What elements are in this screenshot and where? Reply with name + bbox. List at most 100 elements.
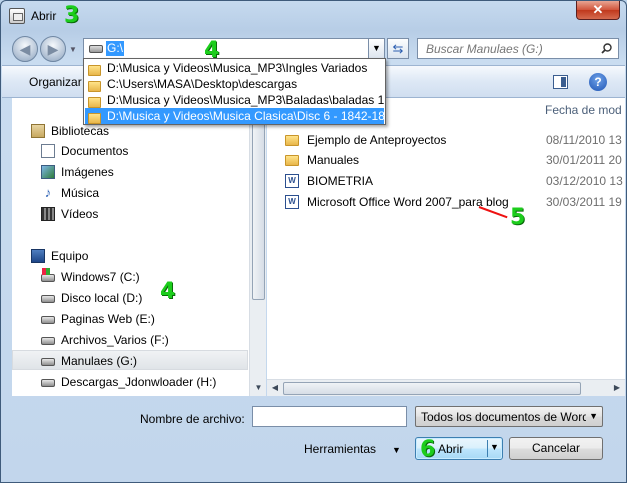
video-icon xyxy=(41,207,55,221)
search-input[interactable]: Buscar Manulaes (G:) xyxy=(426,42,543,56)
nav-label: Documentos xyxy=(61,144,129,158)
open-label: Abrir xyxy=(438,442,464,456)
nav-item-drive-h[interactable]: Descargas_Jdonwloader (H:) xyxy=(12,372,248,392)
address-history-dropdown: D:\Musica y Videos\Musica_MP3\Ingles Var… xyxy=(83,58,386,125)
open-dialog-window: Abrir 3 ✕ ◀ ▶ ▼ G:\ ▼ 4 ⇆ Buscar Manulae… xyxy=(0,0,627,483)
chevron-down-icon: ▼ xyxy=(589,411,598,421)
scroll-left-icon[interactable]: ◀ xyxy=(270,383,280,394)
image-icon xyxy=(41,165,55,179)
file-date: 08/11/2010 13 xyxy=(546,133,622,147)
windows-drive-icon xyxy=(41,268,55,282)
scroll-thumb[interactable] xyxy=(252,116,265,300)
refresh-icon: ⇆ xyxy=(392,41,404,56)
nav-label: Paginas Web (E:) xyxy=(61,312,155,326)
filename-input[interactable] xyxy=(252,406,407,427)
drive-icon xyxy=(89,45,103,53)
history-item[interactable]: D:\Musica y Videos\Musica_MP3\Ingles Var… xyxy=(85,60,384,76)
dialog-footer: Nombre de archivo: Todos los documentos … xyxy=(2,397,625,477)
history-item-selected[interactable]: D:\Musica y Videos\Musica Clasica\Disc 6… xyxy=(85,108,384,124)
history-path: D:\Musica y Videos\Musica Clasica\Disc 6… xyxy=(107,109,384,123)
chevron-down-icon: ▼ xyxy=(69,45,77,54)
nav-label: Música xyxy=(61,186,100,200)
nav-item-drive-f[interactable]: Archivos_Varios (F:) xyxy=(12,330,248,350)
search-icon[interactable] xyxy=(601,43,612,54)
help-button[interactable]: ? xyxy=(589,73,607,91)
tools-button[interactable]: Herramientas xyxy=(304,442,376,456)
chevron-down-icon: ▼ xyxy=(372,43,381,53)
nav-item-images[interactable]: Imágenes xyxy=(12,162,248,182)
split-divider xyxy=(487,440,488,457)
title-bar[interactable]: Abrir 3 ✕ xyxy=(1,1,626,31)
history-path: D:\Musica y Videos\Musica_MP3\Baladas\ba… xyxy=(107,93,384,107)
annotation-5: 5 xyxy=(510,205,526,230)
app-icon xyxy=(9,8,25,24)
address-input[interactable]: G:\ xyxy=(106,41,125,56)
nav-item-drive-d[interactable]: Disco local (D:) xyxy=(12,288,248,308)
library-icon xyxy=(31,124,45,138)
folder-icon xyxy=(285,135,299,146)
window-title: Abrir xyxy=(31,9,57,23)
drive-icon xyxy=(41,358,55,366)
file-type-select[interactable]: Todos los documentos de Word ▼ xyxy=(415,406,603,427)
folder-icon xyxy=(88,81,101,92)
cancel-button[interactable]: Cancelar xyxy=(509,437,603,460)
word-document-icon: W xyxy=(285,195,299,209)
refresh-button[interactable]: ⇆ xyxy=(387,38,409,59)
scroll-right-icon[interactable]: ▶ xyxy=(612,383,622,394)
file-name: Microsoft Office Word 2007_para blog xyxy=(307,195,509,209)
history-path: C:\Users\MASA\Desktop\descargas xyxy=(107,77,298,91)
forward-arrow-icon: ▶ xyxy=(47,41,59,57)
file-list: Fecha de mod Ejemplo de Anteproyectos 08… xyxy=(267,98,625,396)
nav-item-videos[interactable]: Vídeos xyxy=(12,204,248,224)
file-row[interactable]: Ejemplo de Anteproyectos 08/11/2010 13 xyxy=(285,130,625,150)
filename-label: Nombre de archivo: xyxy=(140,412,245,426)
file-name: Ejemplo de Anteproyectos xyxy=(307,133,447,147)
file-list-scrollbar[interactable]: ◀ ▶ xyxy=(267,379,625,396)
nav-label: Disco local (D:) xyxy=(61,291,143,305)
forward-button[interactable]: ▶ xyxy=(40,36,66,62)
nav-item-documents[interactable]: Documentos xyxy=(12,141,248,161)
scroll-thumb[interactable] xyxy=(283,382,581,395)
file-date: 03/12/2010 13 xyxy=(546,174,623,188)
address-dropdown-button[interactable]: ▼ xyxy=(368,39,384,58)
history-item[interactable]: C:\Users\MASA\Desktop\descargas xyxy=(85,76,384,92)
nav-item-music[interactable]: ♪ Música xyxy=(12,183,248,203)
organize-button[interactable]: Organizar xyxy=(29,75,82,89)
chevron-down-icon[interactable]: ▼ xyxy=(490,442,499,452)
column-header-date[interactable]: Fecha de mod xyxy=(543,98,625,122)
file-row[interactable]: W Microsoft Office Word 2007_para blog 3… xyxy=(285,192,625,212)
address-bar[interactable]: G:\ ▼ xyxy=(83,38,385,59)
nav-item-computer[interactable]: Equipo xyxy=(12,246,248,266)
search-box[interactable]: Buscar Manulaes (G:) xyxy=(417,38,619,59)
chevron-down-icon[interactable]: ▼ xyxy=(392,445,401,455)
folder-icon xyxy=(88,97,101,108)
close-button[interactable]: ✕ xyxy=(576,1,620,20)
file-name: BIOMETRIA xyxy=(307,174,374,188)
drive-icon xyxy=(41,379,55,387)
back-button[interactable]: ◀ xyxy=(12,36,38,62)
nav-item-drive-g[interactable]: Manulaes (G:) xyxy=(12,350,248,370)
history-item[interactable]: D:\Musica y Videos\Musica_MP3\Baladas\ba… xyxy=(85,92,384,108)
nav-label: Vídeos xyxy=(61,207,99,221)
drive-icon xyxy=(41,295,55,303)
nav-label: Descargas_Jdonwloader (H:) xyxy=(61,375,217,389)
back-arrow-icon: ◀ xyxy=(19,41,31,57)
nav-item-drive-e[interactable]: Paginas Web (E:) xyxy=(12,309,248,329)
drive-icon xyxy=(41,337,55,345)
file-row[interactable]: W BIOMETRIA 03/12/2010 13 xyxy=(285,171,625,191)
preview-pane-button[interactable] xyxy=(553,75,568,89)
drive-icon xyxy=(41,316,55,324)
nav-label: Archivos_Varios (F:) xyxy=(61,333,169,347)
recent-pages-dropdown[interactable]: ▼ xyxy=(69,45,79,55)
folder-icon xyxy=(88,113,101,124)
nav-label: Imágenes xyxy=(61,165,114,179)
file-type-value: Todos los documentos de Word xyxy=(421,410,586,424)
folder-icon xyxy=(88,65,101,76)
nav-label: Manulaes (G:) xyxy=(61,354,138,368)
music-icon: ♪ xyxy=(44,185,52,200)
nav-item-drive-c[interactable]: Windows7 (C:) xyxy=(12,267,248,287)
navigation-scrollbar[interactable]: ▲ ▼ xyxy=(249,98,266,396)
file-row[interactable]: Manuales 30/01/2011 20 xyxy=(285,150,625,170)
nav-label: Equipo xyxy=(51,249,89,263)
scroll-down-icon[interactable]: ▼ xyxy=(253,383,264,393)
